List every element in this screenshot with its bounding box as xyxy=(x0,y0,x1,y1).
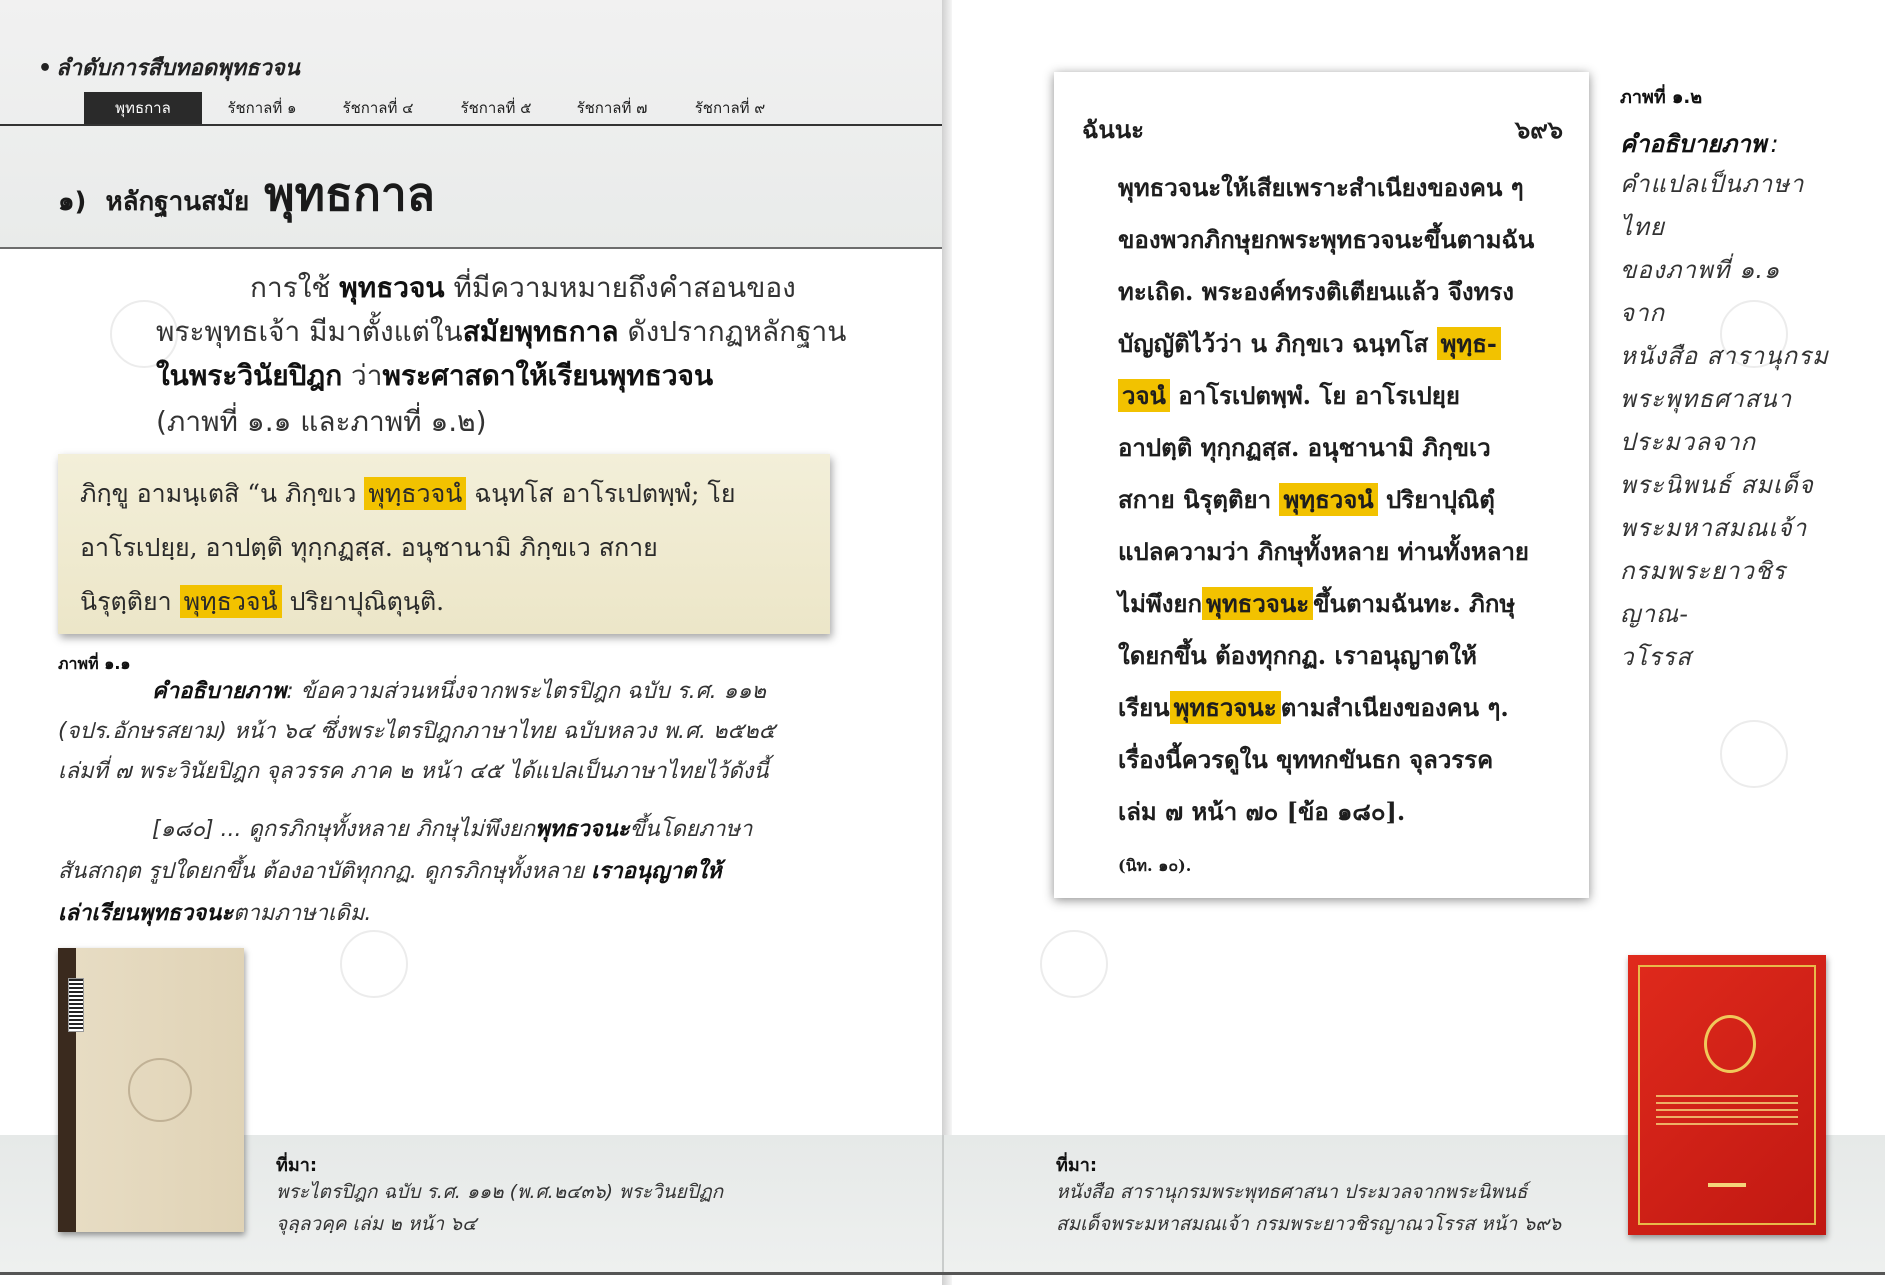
tab-reign-5[interactable]: รัชกาลที่ ๕ xyxy=(446,92,546,124)
encyclopedia-book-cover-image xyxy=(1628,955,1826,1235)
figure-1-1-caption-line-1: คำอธิบายภาพ: ข้อความส่วนหนึ่งจากพระไตรปิ… xyxy=(152,679,766,704)
left-source-line-1: พระไตรปิฎก ฉบับ ร.ศ. ๑๑๒ (พ.ศ.๒๔๓๖) พระว… xyxy=(276,1181,724,1203)
caption-line: คำแปลเป็นภาษาไทย xyxy=(1620,170,1805,241)
page-bottom-rule xyxy=(0,1272,1885,1275)
tripitaka-book-cover-image xyxy=(58,948,244,1232)
scan-line: พุทธวจนะให้เสียเพราะสำเนียงของคน ๆ xyxy=(1118,168,1524,207)
intro-line-3: ในพระวินัยปิฎก ว่าพระศาสดาให้เรียนพุทธวจ… xyxy=(156,359,714,392)
pali-text-image: ภิกฺขู อามนฺเตสิ “น ภิกฺขเว พุทฺธวจนํ ฉน… xyxy=(58,454,830,634)
scan-line: เรียน พุทธวจนะ ตามสำเนียงของคน ๆ. xyxy=(1118,688,1519,727)
scan-line: สกาย นิรุตฺติยา พุทฺธวจนํ ปริยาปุณิตุํ xyxy=(1118,480,1519,519)
scan-line: อาปตฺติ ทุกฺกฏสฺส. อนุชานามิ ภิกฺขเว xyxy=(1118,428,1519,467)
quote-line-1: [๑๘๐] ... ดูกรภิกษุทั้งหลาย ภิกษุไม่พึงย… xyxy=(152,817,753,842)
watermark-emblem-icon xyxy=(1040,930,1108,998)
caption-line: ประมวลจาก xyxy=(1620,428,1757,456)
caption-line: พระนิพนธ์ สมเด็จ xyxy=(1620,471,1814,499)
scan-text: แปลความว่า ภิกษุทั้งหลาย ท่านทั้งหลาย xyxy=(1118,537,1529,566)
page-gutter xyxy=(942,0,952,1285)
scan-line: ใดยกขึ้น ต้องทุกกฏ. เราอนุญาตให้ xyxy=(1118,636,1519,675)
source-band-divider xyxy=(942,1135,944,1273)
figure-1-2-caption-body: คำแปลเป็นภาษาไทยของภาพที่ ๑.๑ จากหนังสือ… xyxy=(1620,163,1830,679)
scan-text: ทะเถิด. พระองค์ทรงติเตียนแล้ว จึงทรง xyxy=(1118,277,1515,306)
scan-text: บัญญัติไว้ว่า น ภิกฺขเว ฉนฺทโส xyxy=(1118,329,1437,358)
book-footer-mark xyxy=(1708,1183,1746,1187)
scan-line: แปลความว่า ภิกษุทั้งหลาย ท่านทั้งหลาย xyxy=(1118,532,1529,571)
section-title-main: พุทธกาล xyxy=(264,167,435,221)
scan-page-number: ๖๙๖ xyxy=(1514,115,1563,144)
tab-buddha-era[interactable]: พุทธกาล xyxy=(84,92,202,124)
quote-line-2: สันสกฤต รูปใดยกขึ้น ต้องอาบัติทุกกฏ. ดูก… xyxy=(58,859,722,884)
highlighted-term: พุทธวจนะ xyxy=(1169,691,1281,724)
left-source-label: ที่มา: xyxy=(276,1155,318,1176)
tab-reign-7[interactable]: รัชกาลที่ ๗ xyxy=(562,92,662,124)
pali-line-1: ภิกฺขู อามนฺเตสิ “น ภิกฺขเว พุทฺธวจนํ ฉน… xyxy=(80,477,736,510)
highlighted-term: พุทฺธ- xyxy=(1436,327,1501,360)
highlighted-term: พุทธวจนะ xyxy=(1202,587,1314,620)
right-source-line-2: สมเด็จพระมหาสมณเจ้า กรมพระยาวชิรญาณวโรรส… xyxy=(1056,1213,1562,1235)
tab-reign-9[interactable]: รัชกาลที่ ๙ xyxy=(680,92,780,124)
section-number: ๑) xyxy=(58,187,87,217)
scan-line: บัญญัติไว้ว่า น ภิกฺขเว ฉนฺทโส พุทฺธ- xyxy=(1118,324,1519,363)
barcode-icon xyxy=(68,978,84,1032)
watermark-emblem-icon xyxy=(1720,720,1788,788)
scan-text: อาโรเปตพฺพํ. โย อาโรเปยฺย xyxy=(1169,381,1460,410)
section-title: ๑) หลักฐานสมัย พุทธกาล xyxy=(58,158,435,231)
right-source-line-1: หนังสือ สารานุกรมพระพุทธศาสนา ประมวลจากพ… xyxy=(1056,1181,1528,1203)
caption-line: พระพุทธศาสนา xyxy=(1620,385,1793,413)
scan-text: ของพวกภิกษุยกพระพุทธวจนะขึ้นตามฉัน xyxy=(1118,225,1535,254)
book-title-band xyxy=(1656,1095,1798,1129)
tab-reign-1[interactable]: รัชกาลที่ ๑ xyxy=(212,92,312,124)
intro-line-2: พระพุทธเจ้า มีมาตั้งแต่ในสมัยพุทธกาล ดัง… xyxy=(156,315,847,348)
figure-1-2-label: ภาพที่ ๑.๒ xyxy=(1620,87,1703,108)
scan-line: วจนํ อาโรเปตพฺพํ. โย อาโรเปยฺย xyxy=(1118,376,1519,415)
scan-text: ปริยาปุณิตุํ xyxy=(1377,485,1495,514)
scan-text: ตามสำเนียงของคน ๆ. xyxy=(1280,693,1509,722)
bullet-icon: • xyxy=(38,56,53,81)
header-divider xyxy=(0,247,942,249)
caption-line: พระมหาสมณเจ้า xyxy=(1620,514,1808,542)
scan-line: ทะเถิด. พระองค์ทรงติเตียนแล้ว จึงทรง xyxy=(1118,272,1519,311)
caption-line: วโรรส xyxy=(1620,643,1692,671)
scan-text: ไม่พึงยก xyxy=(1118,589,1203,618)
scan-text: ขึ้นตามฉันทะ. ภิกษุ xyxy=(1313,589,1516,618)
figure-1-1-caption-line-2: (จปร.อักษรสยาม) หน้า ๖๔ ซึ่งพระไตรปิฎกภา… xyxy=(58,719,776,744)
watermark-emblem-icon xyxy=(340,930,408,998)
scan-line: เล่ม ๗ หน้า ๗๐ [ข้อ ๑๘๐]. xyxy=(1118,792,1519,831)
left-source-line-2: จุลฺลวคฺค เล่ม ๒ หน้า ๖๔ xyxy=(276,1213,477,1235)
scan-text: อาปตฺติ ทุกฺกฏสฺส. อนุชานามิ ภิกฺขเว xyxy=(1118,433,1491,462)
highlighted-term: วจนํ xyxy=(1118,379,1170,412)
caption-line: ของภาพที่ ๑.๑ จาก xyxy=(1620,256,1781,327)
scan-text: เล่ม ๗ หน้า ๗๐ [ข้อ ๑๘๐]. xyxy=(1118,797,1406,826)
series-title-text: ลำดับการสืบทอดพุทธวจน xyxy=(56,56,300,81)
figure-1-1-label: ภาพที่ ๑.๑ xyxy=(58,654,131,673)
tab-reign-4[interactable]: รัชกาลที่ ๔ xyxy=(328,92,428,124)
scan-header-left: ฉันนะ xyxy=(1082,115,1145,144)
right-source-label: ที่มา: xyxy=(1056,1155,1098,1176)
emblem-icon xyxy=(128,1058,192,1122)
highlighted-term: พุทฺธวจนํ xyxy=(1279,483,1378,516)
figure-1-1-caption-line-3: เล่มที่ ๗ พระวินัยปิฎก จุลวรรค ภาค ๒ หน้… xyxy=(58,759,769,784)
scan-line: เรื่องนี้ควรดูใน ขุททกขันธก จุลวรรค xyxy=(1118,740,1519,779)
scan-text: ใดยกขึ้น ต้องทุกกฏ. เราอนุญาตให้ xyxy=(1118,641,1477,670)
pali-line-3: นิรุตฺติยา พุทฺธวจนํ ปริยาปุณิตุนฺติ. xyxy=(80,585,445,618)
scan-text: สกาย นิรุตฺติยา xyxy=(1118,485,1280,514)
quote-line-3: เล่าเรียนพุทธวจนะตามภาษาเดิม. xyxy=(58,901,372,926)
scan-text: พุทธวจนะให้เสียเพราะสำเนียงของคน ๆ xyxy=(1118,173,1524,202)
figure-1-2-caption-title: คำอธิบายภาพ: xyxy=(1620,130,1779,158)
intro-line-4: (ภาพที่ ๑.๑ และภาพที่ ๑.๒) xyxy=(156,405,487,438)
intro-line-1: การใช้ พุทธวจน ที่มีความหมายถึงคำสอนของ xyxy=(250,271,796,304)
pali-line-2: อาโรเปยฺย, อาปตฺติ ทุกฺกฏสฺส. อนุชานามิ … xyxy=(80,533,658,562)
series-title: • ลำดับการสืบทอดพุทธวจน xyxy=(38,50,300,85)
scan-line: ไม่พึงยก พุทธวจนะ ขึ้นตามฉันทะ. ภิกษุ xyxy=(1118,584,1519,623)
encyclopedia-scan-image: ฉันนะ ๖๙๖ พุทธวจนะให้เสียเพราะสำเนียงของ… xyxy=(1054,72,1589,898)
scan-text: เรียน xyxy=(1118,693,1170,722)
caption-line: หนังสือ สารานุกรม xyxy=(1620,342,1829,370)
scan-line: ของพวกภิกษุยกพระพุทธวจนะขึ้นตามฉัน xyxy=(1118,220,1534,259)
caption-line: กรมพระยาวชิรญาณ- xyxy=(1620,557,1787,628)
scan-text: เรื่องนี้ควรดูใน ขุททกขันธก จุลวรรค xyxy=(1118,745,1494,774)
tab-bar-underline xyxy=(0,124,942,126)
scan-footnote: (นิท. ๑๐). xyxy=(1118,856,1192,875)
royal-seal-icon xyxy=(1704,1015,1756,1073)
section-title-prefix: หลักฐานสมัย xyxy=(105,187,250,217)
